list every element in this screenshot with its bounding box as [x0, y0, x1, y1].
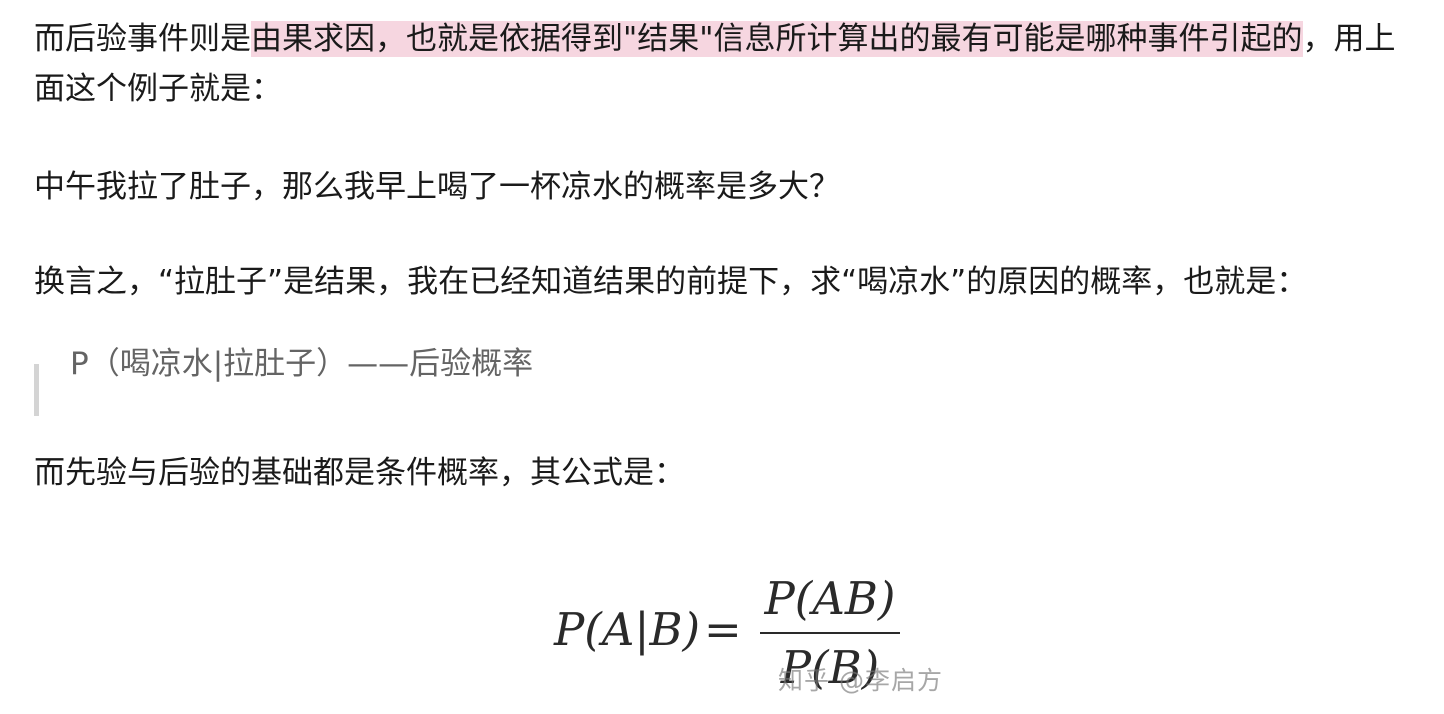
- formula-numerator: P(AB): [764, 572, 896, 625]
- fraction-bar: [760, 632, 900, 634]
- paragraph-text: 而后验事件则是: [34, 21, 251, 57]
- paragraph-in-other-words: 换言之，“拉肚子”是结果，我在已经知道结果的前提下，求“喝凉水”的原因的概率，也…: [34, 264, 1308, 300]
- formula-lhs: P(A|B): [554, 603, 701, 656]
- blockquote-text: P（喝凉水|拉肚子）——后验概率: [70, 346, 534, 382]
- paragraph-example-question: 中午我拉了肚子，那么我早上喝了一杯凉水的概率是多大？: [34, 169, 840, 205]
- zhihu-watermark: 知乎 @李启方: [778, 666, 943, 695]
- formula-equals: =: [704, 603, 742, 656]
- paragraph-conditional-probability: 而先验与后验的基础都是条件概率，其公式是：: [34, 455, 685, 491]
- blockquote: P（喝凉水|拉肚子）——后验概率: [34, 346, 533, 416]
- highlighted-text[interactable]: 由果求因，也就是依据得到"结果"信息所计算出的最有可能是哪种事件引起的: [251, 21, 1303, 57]
- paragraph-posterior-definition: 而后验事件则是由果求因，也就是依据得到"结果"信息所计算出的最有可能是哪种事件引…: [34, 14, 1410, 114]
